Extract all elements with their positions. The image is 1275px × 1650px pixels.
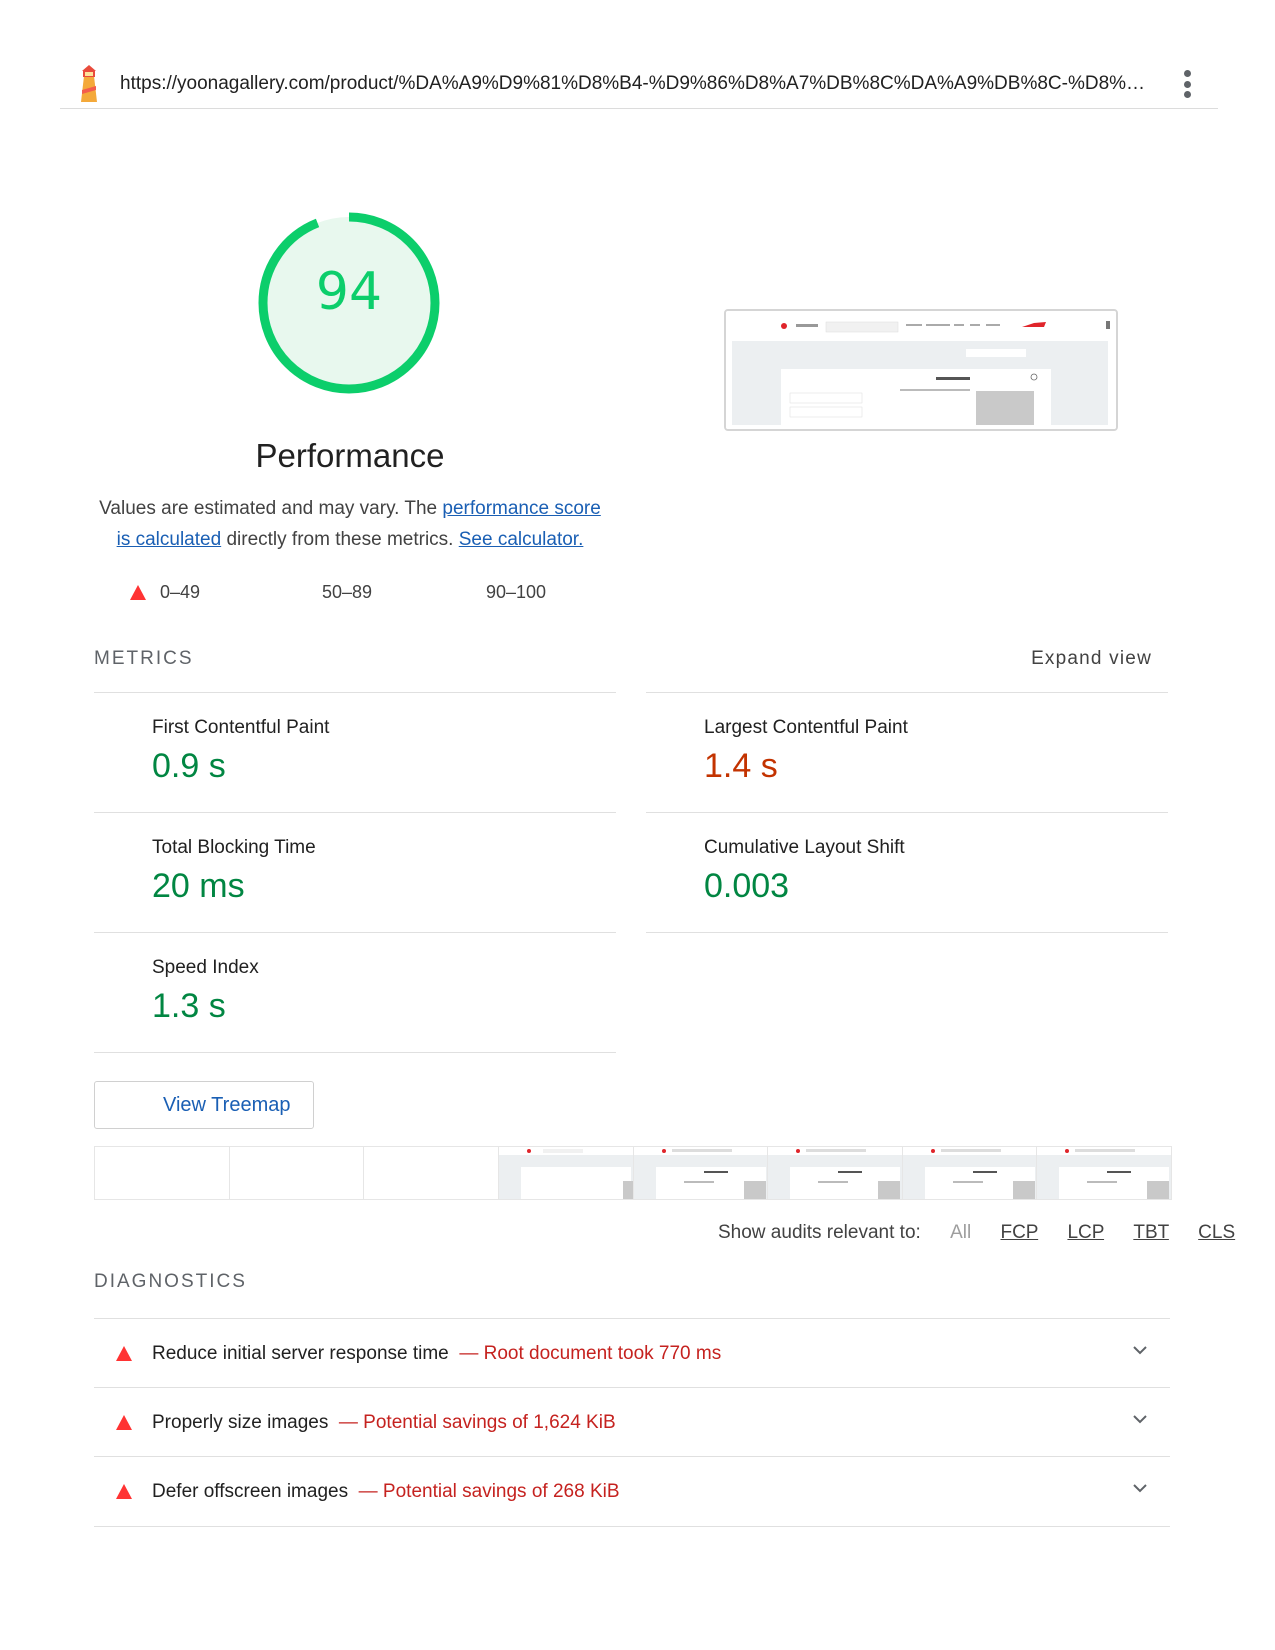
audit-title: Properly size images — [152, 1412, 329, 1433]
metric-cls-value: 0.003 — [704, 867, 790, 905]
final-screenshot-image — [726, 311, 1116, 429]
description-text: Values are estimated and may vary. The — [99, 498, 443, 519]
report-topbar: https://yoonagallery.com/product/%DA%A9%… — [60, 60, 1218, 109]
metric-si: Speed Index 1.3 s — [94, 932, 616, 1053]
see-calculator-link[interactable]: See calculator. — [459, 529, 584, 550]
metric-lcp: Largest Contentful Paint 1.4 s — [646, 692, 1168, 813]
legend-average-label: 50–89 — [322, 582, 373, 602]
metric-tbt-name: Total Blocking Time — [152, 837, 316, 858]
metric-tbt: Total Blocking Time 20 ms — [94, 812, 616, 933]
filmstrip-frame — [364, 1147, 499, 1199]
audits-divider — [94, 1526, 1170, 1527]
legend-fail-label: 0–49 — [160, 582, 201, 602]
fail-triangle-icon — [116, 1484, 132, 1499]
report-url: https://yoonagallery.com/product/%DA%A9%… — [120, 73, 1150, 94]
performance-score: 94 — [315, 262, 383, 322]
legend-average: 50–89 — [296, 582, 372, 603]
filter-tbt[interactable]: TBT — [1133, 1222, 1169, 1243]
description-text-middle: directly from these metrics. — [221, 529, 459, 550]
kebab-menu-icon[interactable] — [1184, 70, 1192, 98]
metric-fcp-value: 0.9 s — [152, 747, 226, 785]
final-screenshot[interactable] — [724, 309, 1118, 431]
filmstrip-frame — [633, 1147, 769, 1199]
metric-lcp-value: 1.4 s — [704, 747, 778, 785]
fail-triangle-icon — [116, 1346, 132, 1361]
audit-filter-label: Show audits relevant to: — [718, 1222, 921, 1243]
filmstrip-frame — [95, 1147, 230, 1199]
audit-display-value: — Potential savings of 268 KiB — [358, 1481, 620, 1502]
audit-filter: Show audits relevant to: All FCP LCP TBT… — [718, 1222, 1235, 1244]
metric-tbt-value: 20 ms — [152, 867, 245, 905]
metric-cls-name: Cumulative Layout Shift — [704, 837, 905, 858]
filter-lcp[interactable]: LCP — [1067, 1222, 1104, 1243]
filmstrip — [94, 1146, 1172, 1200]
audit-title-row: Defer offscreen images — Potential savin… — [152, 1481, 620, 1503]
metric-divider — [94, 1052, 616, 1053]
expand-view-toggle[interactable]: Expand view — [1031, 648, 1152, 670]
filter-fcp[interactable]: FCP — [1000, 1222, 1038, 1243]
audit-title-row: Properly size images — Potential savings… — [152, 1412, 616, 1434]
filmstrip-frame — [1037, 1147, 1171, 1199]
chevron-down-icon[interactable] — [1132, 1414, 1148, 1424]
audit-title-row: Reduce initial server response time — Ro… — [152, 1343, 721, 1365]
performance-title: Performance — [255, 437, 445, 474]
lighthouse-icon — [76, 64, 104, 104]
filmstrip-frame — [229, 1147, 365, 1199]
metric-fcp: First Contentful Paint 0.9 s — [94, 692, 616, 813]
metric-si-value: 1.3 s — [152, 987, 226, 1025]
fail-triangle-icon — [116, 1415, 132, 1430]
metric-divider — [646, 932, 1168, 933]
metric-fcp-name: First Contentful Paint — [152, 717, 330, 738]
view-treemap-label: View Treemap — [163, 1094, 291, 1116]
filmstrip-frame — [768, 1147, 903, 1199]
chevron-down-icon[interactable] — [1132, 1345, 1148, 1355]
audit-title: Reduce initial server response time — [152, 1343, 449, 1364]
view-treemap-button[interactable]: View Treemap — [94, 1081, 314, 1129]
metric-lcp-name: Largest Contentful Paint — [704, 717, 908, 738]
legend-fail: 0–49 — [130, 582, 200, 603]
metrics-header: METRICS Expand view — [94, 648, 1152, 670]
audit-properly-size-images[interactable]: Properly size images — Potential savings… — [94, 1387, 1170, 1456]
metrics-title: METRICS — [94, 648, 194, 669]
filter-cls[interactable]: CLS — [1198, 1222, 1235, 1243]
legend-pass-label: 90–100 — [486, 582, 547, 602]
audit-display-value: — Root document took 770 ms — [459, 1343, 722, 1364]
fail-triangle-icon — [130, 585, 146, 600]
chevron-down-icon[interactable] — [1132, 1483, 1148, 1493]
metric-si-name: Speed Index — [152, 957, 259, 978]
audit-defer-offscreen-images[interactable]: Defer offscreen images — Potential savin… — [94, 1456, 1170, 1525]
metric-cls: Cumulative Layout Shift 0.003 — [646, 812, 1168, 933]
audit-display-value: — Potential savings of 1,624 KiB — [338, 1412, 616, 1433]
filmstrip-frame — [498, 1147, 634, 1199]
filmstrip-frame — [902, 1147, 1038, 1199]
diagnostics-header: DIAGNOSTICS — [94, 1271, 247, 1292]
performance-description: Values are estimated and may vary. The p… — [95, 493, 605, 555]
audit-title: Defer offscreen images — [152, 1481, 349, 1502]
legend-pass: 90–100 — [460, 582, 546, 603]
audit-server-response-time[interactable]: Reduce initial server response time — Ro… — [94, 1318, 1170, 1387]
filter-all[interactable]: All — [950, 1222, 971, 1243]
